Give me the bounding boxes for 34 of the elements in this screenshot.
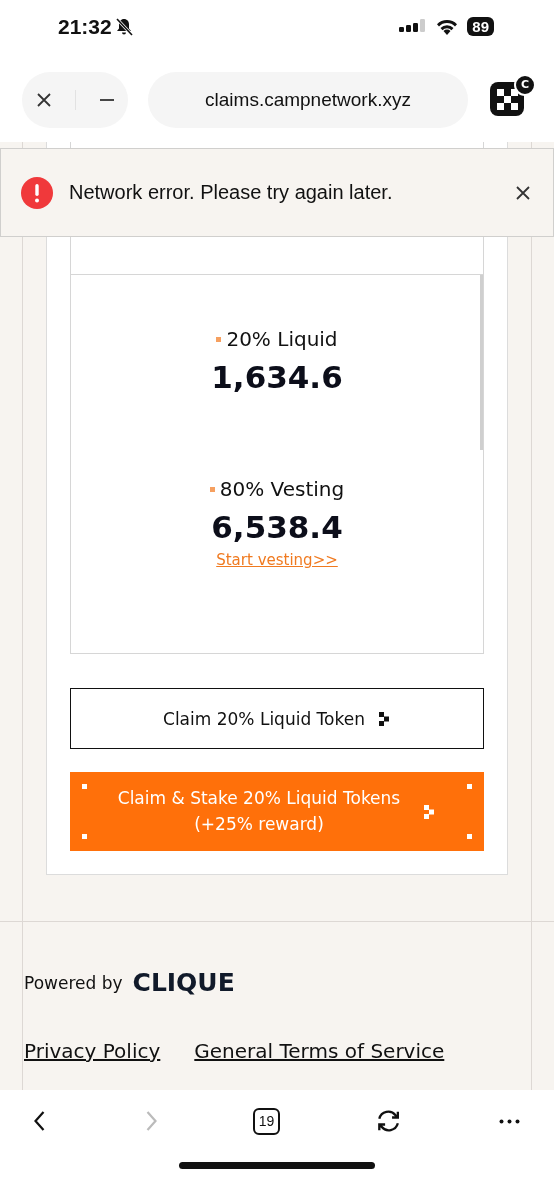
bullet-icon xyxy=(209,486,215,492)
battery-indicator: 89 xyxy=(467,17,494,36)
clock-time: 21:32 xyxy=(58,14,112,39)
muted-bell-icon xyxy=(113,16,134,37)
allocation-amount: 6,538.4 xyxy=(211,509,343,545)
brand-logo: CLIQUE xyxy=(132,968,235,997)
corner-mark xyxy=(82,784,87,789)
allocation-amount: 1,634.6 xyxy=(211,359,343,395)
tabs-button[interactable]: 19 xyxy=(253,1107,280,1135)
corner-mark xyxy=(467,834,472,839)
minimize-icon xyxy=(98,98,115,101)
reload-icon xyxy=(376,1110,399,1132)
more-icon xyxy=(499,1118,520,1124)
claim-button[interactable]: Claim 20% Liquid Token xyxy=(70,688,484,749)
pixel-arrow-icon xyxy=(424,804,437,819)
chevron-left-icon xyxy=(34,1110,45,1132)
close-icon xyxy=(35,90,54,109)
error-icon xyxy=(21,176,53,209)
corner-mark xyxy=(467,784,472,789)
powered-by-text: Powered by xyxy=(24,972,123,993)
extension-badge: C xyxy=(514,73,536,96)
allocation-label: 20% Liquid xyxy=(226,327,338,351)
allocation-label: 80% Vesting xyxy=(219,477,345,501)
close-icon xyxy=(515,184,531,201)
chevron-right-icon xyxy=(145,1110,157,1132)
footer-link[interactable]: Privacy Policy xyxy=(24,1039,161,1063)
address-bar[interactable]: claims.campnetwork.xyz xyxy=(148,71,468,128)
wifi-icon xyxy=(435,17,460,36)
footer-link[interactable]: General Terms of Service xyxy=(194,1039,445,1063)
bullet-icon xyxy=(216,336,222,342)
signal-icon xyxy=(399,18,428,35)
corner-mark xyxy=(82,834,87,839)
error-message: Network error. Please try again later. xyxy=(69,181,394,204)
pixel-arrow-icon xyxy=(378,711,391,726)
